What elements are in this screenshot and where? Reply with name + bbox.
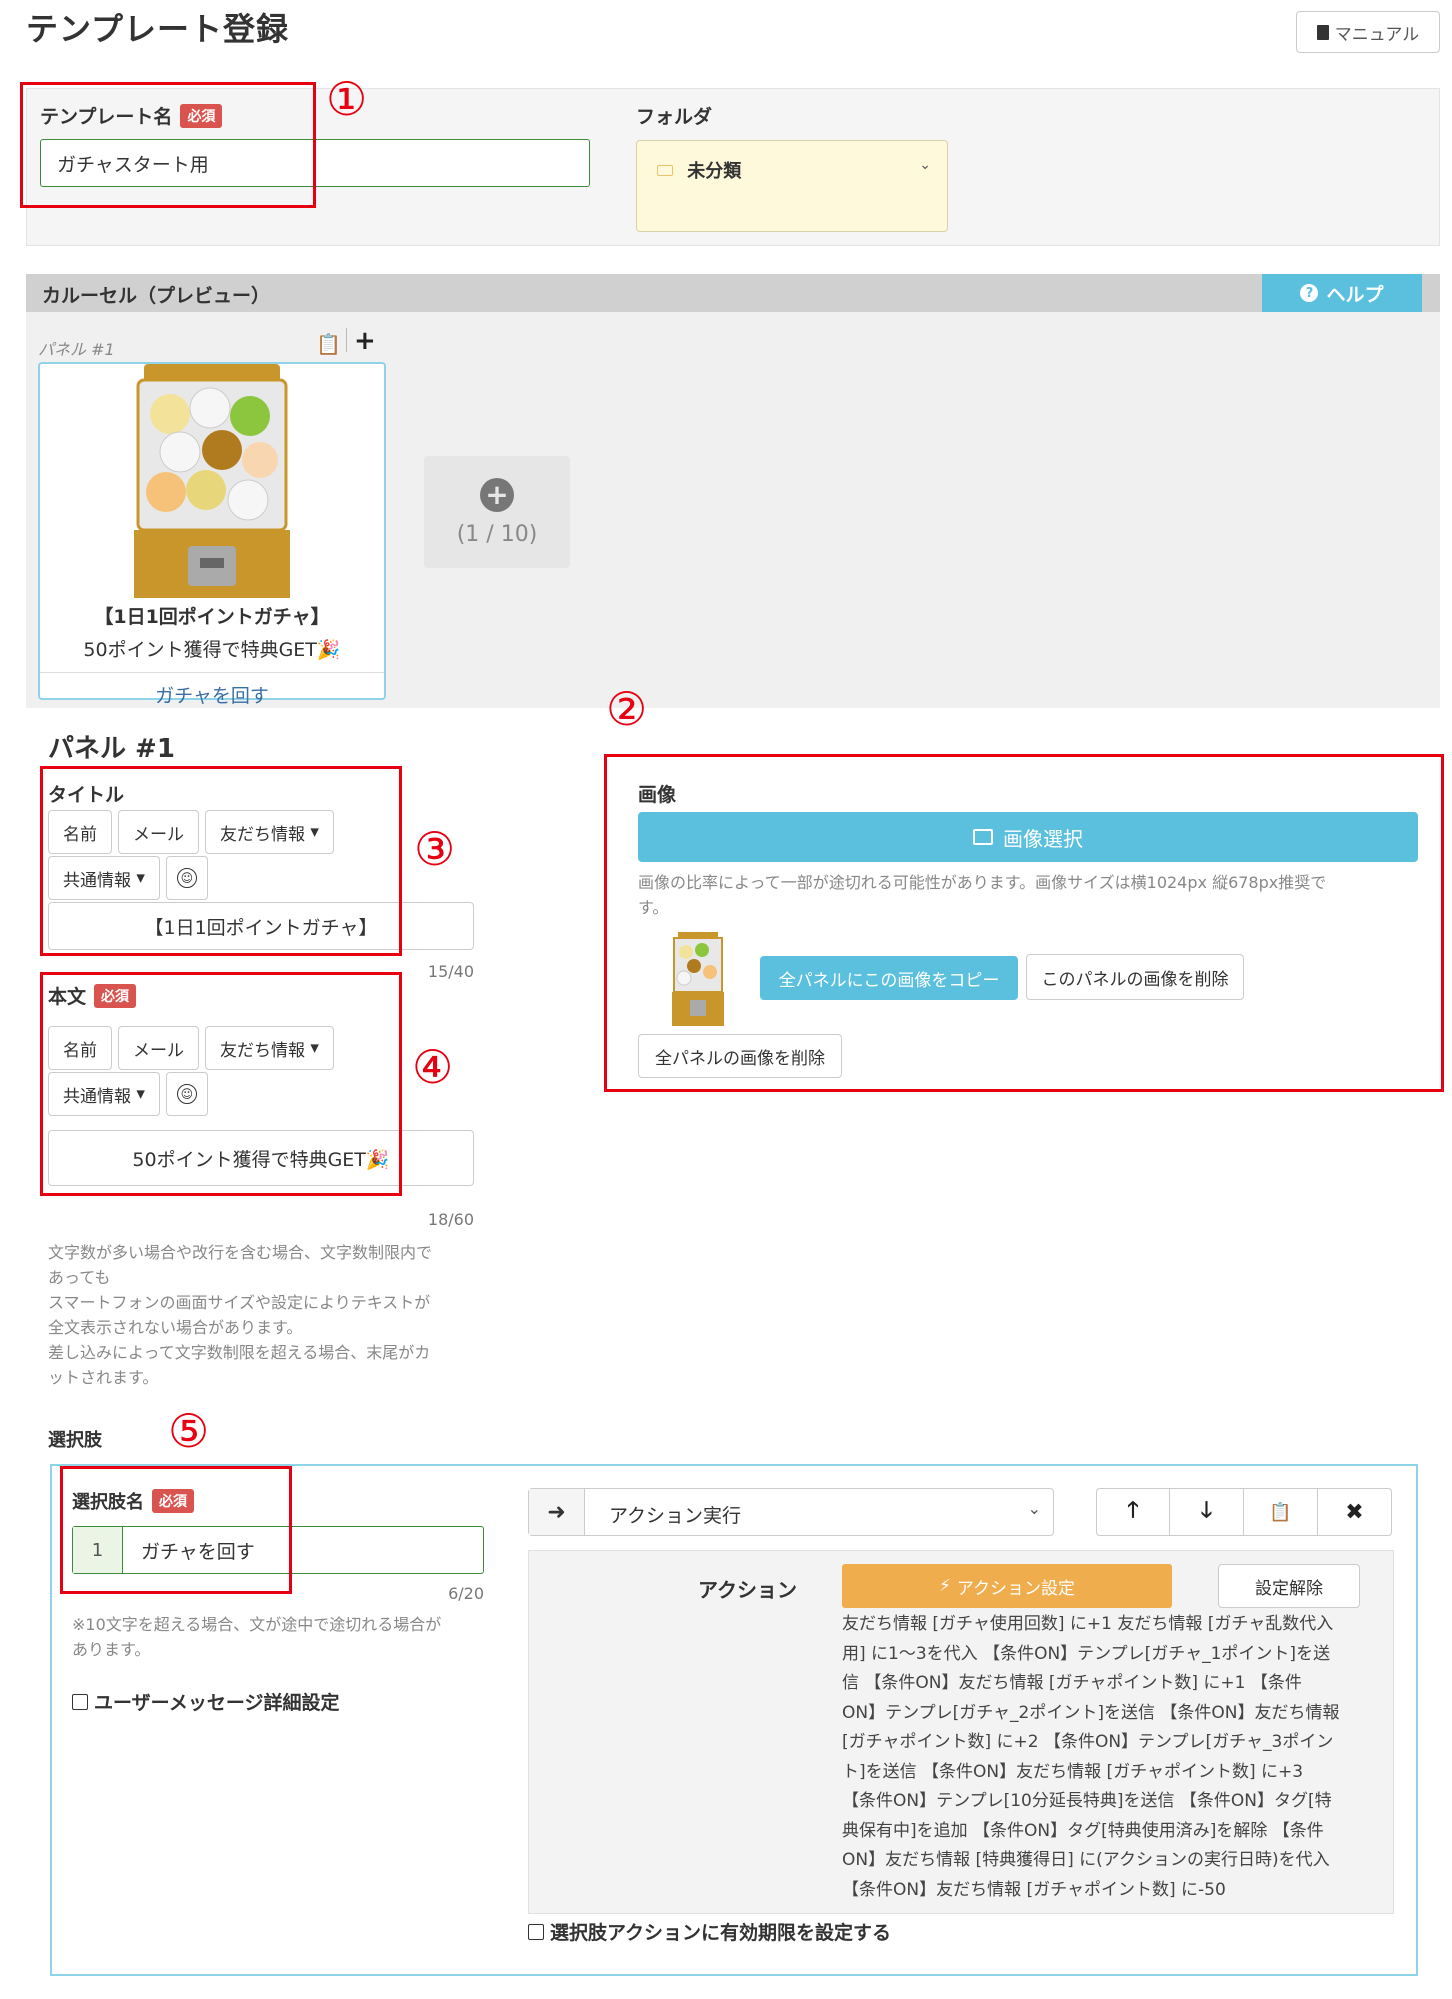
copy-panel-icon[interactable]: 📋 [316,332,341,356]
action-label: アクション [698,1578,797,1602]
copy-choice-button[interactable]: 📋 [1244,1488,1318,1536]
choice-name-note: ※10文字を超える場合、文が途中で途切れる場合が あります。 [72,1615,442,1659]
annotation-box-4 [40,972,402,1196]
annotation-number-5: ⑤ [168,1404,210,1458]
folder-value: 未分類 [687,161,742,182]
annotation-number-4: ④ [412,1040,454,1094]
lightning-icon: ⚡ [938,1576,951,1596]
chevron-down-icon: ⌄ [919,157,931,173]
action-setting-button[interactable]: ⚡ アクション設定 [842,1564,1172,1608]
manual-label: マニュアル [1334,24,1420,45]
choice-controls: 🡑 🡓 📋 ✖ [1096,1488,1392,1536]
add-panel-card[interactable]: + (1 / 10) [424,456,570,568]
panel-heading: パネル #1 [48,734,175,764]
folder-label: フォルダ [636,106,713,128]
arrow-right-icon: ➜ [529,1489,585,1535]
move-up-button[interactable]: 🡑 [1096,1488,1170,1536]
card-title: 【1日1回ポイントガチャ】 [94,606,330,628]
checkbox[interactable] [528,1923,544,1940]
action-type-value: アクション実行 [609,1505,742,1527]
page-title: テンプレート登録 [26,10,290,48]
choice-name-counter: 6/20 [448,1584,484,1603]
folder-select[interactable]: 未分類 ⌄ [636,140,948,232]
action-description: 友だち情報 [ガチャ使用回数] に+1 友だち情報 [ガチャ乱数代入 用] に1… [842,1614,1340,1900]
choices-label: 選択肢 [48,1430,102,1451]
manual-button[interactable]: マニュアル [1296,11,1440,53]
action-clear-button[interactable]: 設定解除 [1218,1564,1360,1608]
annotation-number-2: ② [606,682,648,736]
text-length-note: 文字数が多い場合や改行を含む場合、文字数制限内で あっても スマートフォンの画面… [48,1243,433,1387]
divider [346,328,347,352]
folder-icon [657,165,673,176]
delete-choice-button[interactable]: ✖ [1318,1488,1392,1536]
carousel-title: カルーセル（プレビュー） [42,285,271,307]
gacha-machine-image [134,364,290,598]
annotation-number-3: ③ [414,822,456,876]
help-label: ヘルプ [1326,283,1384,306]
carousel-card[interactable]: 【1日1回ポイントガチャ】 50ポイント獲得で特典GET🎉 ガチャを回す [38,362,386,707]
annotation-box-5 [60,1466,292,1594]
checkbox[interactable] [72,1693,88,1710]
question-icon: ? [1300,284,1319,302]
book-icon [1316,24,1329,40]
action-expire-checkbox[interactable]: 選択肢アクションに有効期限を設定する [528,1918,891,1945]
body-counter: 18/60 [427,1210,474,1229]
panel-tab-label: パネル #1 [38,340,115,359]
carousel-header: カルーセル（プレビュー） [26,274,1440,312]
annotation-box-1 [20,82,316,208]
help-button[interactable]: ? ヘルプ [1262,274,1422,312]
card-action-link[interactable]: ガチャを回す [40,681,384,708]
action-type-select[interactable]: ➜ アクション実行 ⌄ [528,1488,1054,1536]
annotation-box-2 [604,754,1444,1092]
user-message-detail-checkbox[interactable]: ユーザーメッセージ詳細設定 [72,1688,339,1715]
chevron-down-icon: ⌄ [1027,1499,1041,1518]
annotation-number-1: ① [326,72,368,126]
card-divider [40,672,384,673]
plus-circle-icon: + [480,477,514,512]
add-panel-icon[interactable]: + [354,326,376,356]
card-text: 50ポイント獲得で特典GET🎉 [83,639,341,661]
annotation-box-3 [40,766,402,956]
move-down-button[interactable]: 🡓 [1170,1488,1244,1536]
panel-count: (1 / 10) [456,521,538,547]
